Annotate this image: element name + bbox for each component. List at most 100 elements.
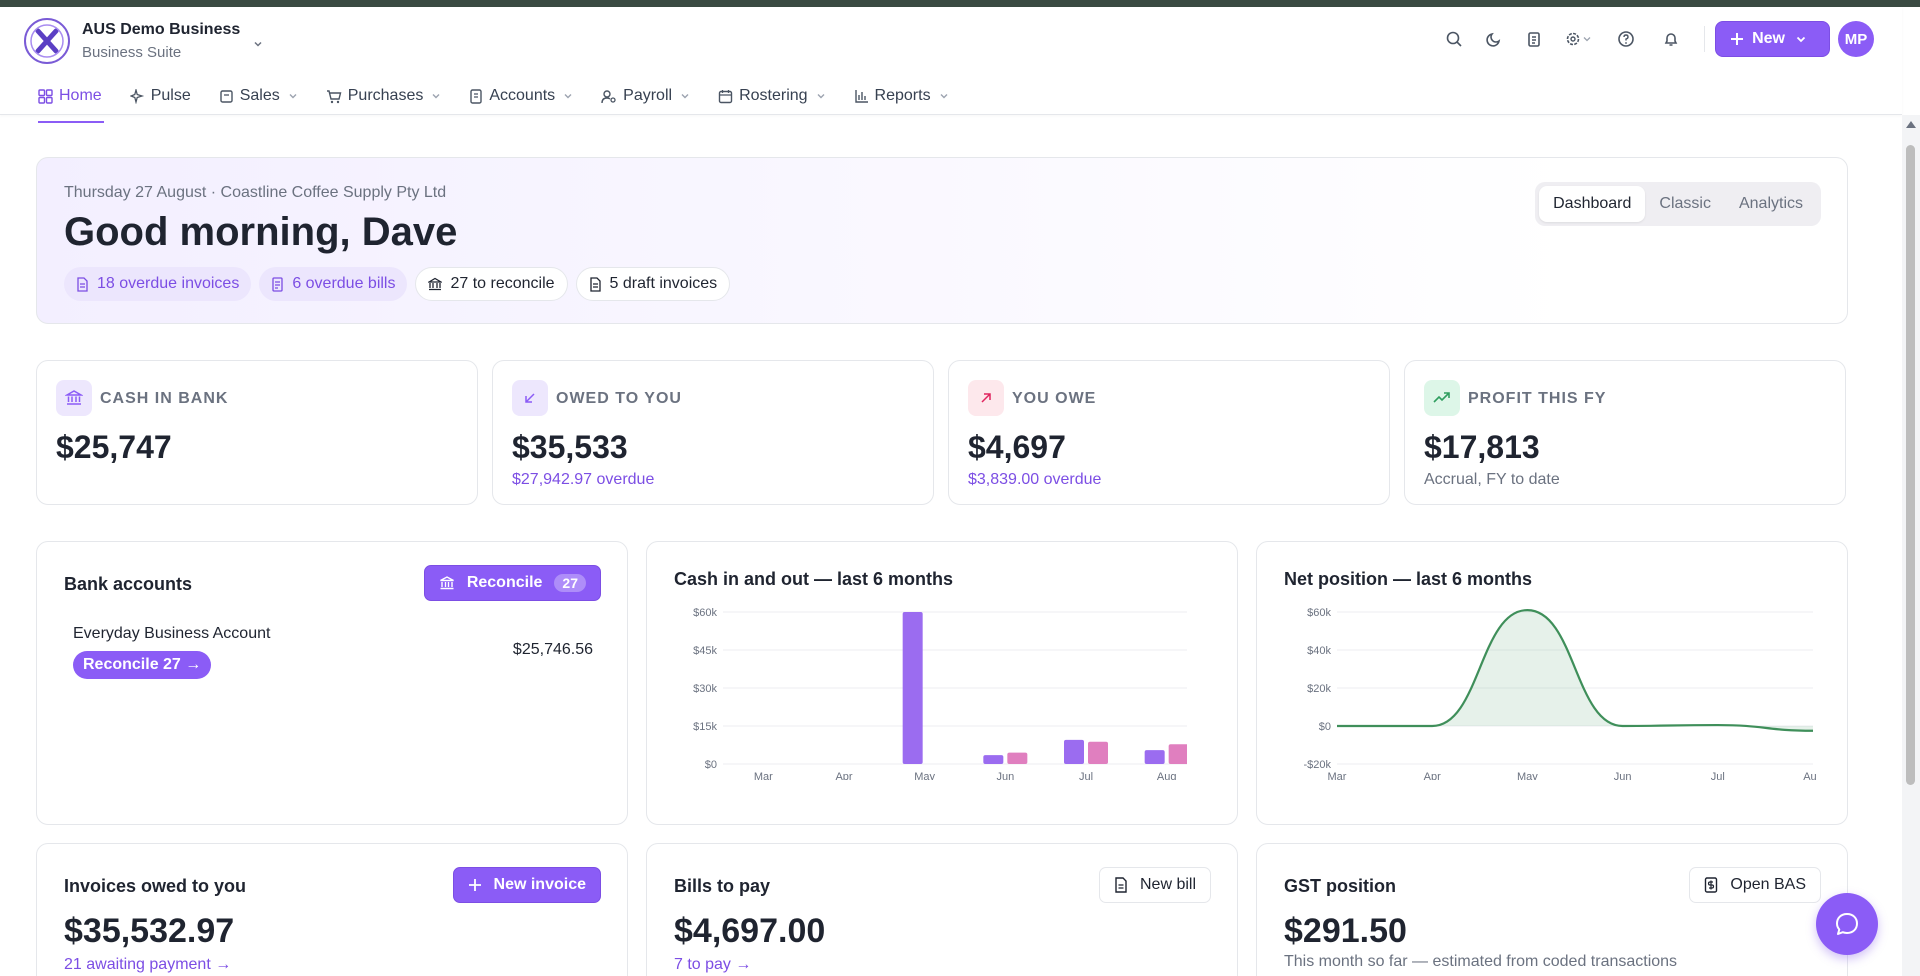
x-tick-label: Mar (754, 771, 773, 780)
awaiting-payment-link[interactable]: 21 awaiting payment → (64, 956, 231, 974)
view-classic-tab[interactable]: Classic (1645, 186, 1725, 222)
dark-mode-icon[interactable] (1474, 21, 1514, 57)
user-avatar[interactable]: MP (1838, 21, 1874, 57)
new-button[interactable]: New (1715, 21, 1830, 57)
account-reconcile-pill[interactable]: Reconcile 27 → (73, 651, 212, 679)
chip-overdue-bills[interactable]: 6 overdue bills (259, 267, 408, 301)
account-name[interactable]: Everyday Business Account (73, 625, 270, 643)
dollar-document-icon (1705, 877, 1718, 893)
invoices-owed-card: Invoices owed to you New invoice $35,532… (36, 843, 628, 976)
y-tick-label: $30k (693, 683, 717, 695)
user-cog-icon (601, 89, 616, 103)
kpi-cash-in-bank[interactable]: CASH IN BANK $25,747 (36, 360, 478, 505)
scroll-thumb[interactable] (1906, 145, 1915, 785)
bar-cash-in (983, 755, 1004, 764)
kpi-profit-this-fy[interactable]: PROFIT THIS FY $17,813 Accrual, FY to da… (1404, 360, 1846, 505)
nav-item-home[interactable]: Home (38, 80, 102, 112)
new-invoice-button[interactable]: New invoice (452, 867, 601, 903)
grid-icon (38, 88, 53, 104)
arrow-down-left-icon (512, 380, 548, 416)
net-position-chart: -$20k $0 $20k $40k $60k Mar Apr May Jun Jul Aug (1303, 607, 1817, 780)
help-icon[interactable] (1604, 21, 1648, 57)
kpi-value: $25,747 (56, 429, 172, 465)
bar-cash-in (1144, 750, 1165, 764)
y-tick-label: $60k (693, 607, 717, 619)
nav-item-label: Pulse (150, 87, 191, 104)
chevron-down-icon (1796, 36, 1806, 43)
arrow-up-right-icon (968, 380, 1004, 416)
settings-gear-icon[interactable] (1554, 21, 1604, 57)
reconcile-button[interactable]: Reconcile 27 (423, 565, 601, 601)
chevron-down-icon (254, 41, 262, 47)
x-tick-label: Mar (1328, 771, 1347, 780)
kpi-value: $35,533 (512, 429, 628, 465)
chevron-down-icon (564, 94, 572, 99)
chat-button[interactable] (1816, 893, 1878, 955)
open-bas-button[interactable]: Open BAS (1689, 867, 1821, 903)
cart-icon (326, 89, 342, 103)
bell-icon[interactable] (1648, 21, 1694, 57)
reconcile-label: Reconcile (466, 574, 543, 591)
nav-item-purchases[interactable]: Purchases (326, 80, 442, 112)
new-bill-button[interactable]: New bill (1098, 867, 1211, 903)
x-tick-label: Aug (1157, 771, 1177, 780)
gst-position-card: GST position Open BAS $291.50 This month… (1256, 843, 1848, 976)
kpi-label: YOU OWE (1012, 390, 1097, 407)
y-tick-label: $0 (705, 759, 717, 771)
nav-item-sales[interactable]: Sales (219, 80, 298, 112)
gst-note: This month so far — estimated from coded… (1284, 953, 1678, 970)
bills-total: $4,697.00 (674, 912, 826, 950)
chevron-down-icon (681, 94, 689, 99)
bar-cash-in (1064, 739, 1084, 764)
kpi-overdue: $27,942.97 overdue (512, 471, 655, 488)
document-icon (77, 276, 88, 292)
top-accent-bar (0, 0, 1920, 7)
x-tick-label: Apr (835, 771, 852, 780)
kpi-owed-to-you[interactable]: OWED TO YOU $35,533 $27,942.97 overdue (492, 360, 934, 505)
active-tab-indicator (38, 121, 104, 123)
chip-to-reconcile[interactable]: 27 to reconcile (415, 267, 568, 301)
page-scrollbar[interactable] (1902, 115, 1920, 976)
nav-item-payroll[interactable]: Payroll (601, 80, 690, 112)
header-divider (1704, 26, 1706, 52)
chip-draft-invoices[interactable]: 5 draft invoices (575, 267, 731, 301)
nav-item-reports[interactable]: Reports (854, 80, 949, 112)
chevron-down-icon (817, 94, 825, 99)
bank-icon (56, 380, 92, 416)
nav-item-pulse[interactable]: Pulse (129, 80, 191, 112)
y-tick-label: $60k (1307, 607, 1331, 619)
chip-overdue-invoices[interactable]: 18 overdue invoices (64, 267, 252, 301)
x-tick-label: Aug (1803, 771, 1817, 780)
bank-icon (439, 576, 454, 590)
chevron-down-icon (289, 94, 297, 99)
cash-in-out-card: Cash in and out — last 6 months $0 $15k $3… (646, 541, 1238, 825)
nav-item-rostering[interactable]: Rostering (718, 80, 825, 112)
bill-icon (272, 276, 283, 292)
chevron-down-icon (940, 94, 948, 99)
new-button-label: New (1752, 30, 1785, 47)
kpi-you-owe[interactable]: YOU OWE $4,697 $3,839.00 overdue (948, 360, 1390, 505)
card-title: Net position — last 6 months (1284, 569, 1533, 589)
chip-label: 27 to reconcile (450, 275, 555, 292)
view-analytics-tab[interactable]: Analytics (1725, 186, 1817, 222)
clipboard-icon[interactable] (1514, 21, 1554, 57)
bills-to-pay-link[interactable]: 7 to pay → (674, 956, 751, 974)
nav-item-accounts[interactable]: Accounts (469, 80, 573, 112)
business-switcher[interactable]: AUS Demo Business Business Suite (24, 18, 264, 64)
sparkle-icon (129, 88, 144, 104)
date-and-company: Thursday 27 August · Coastline Coffee Su… (64, 184, 447, 201)
chevron-down-icon (432, 94, 440, 99)
bar-chart-icon (854, 89, 868, 103)
new-bill-label: New bill (1139, 876, 1196, 893)
view-dashboard-tab[interactable]: Dashboard (1539, 186, 1646, 222)
bills-to-pay-card: Bills to pay New bill $4,697.00 7 to pay… (646, 843, 1238, 976)
scroll-up-arrow-icon[interactable] (1906, 121, 1916, 128)
search-icon[interactable] (1434, 21, 1474, 57)
nav-item-label: Reports (874, 87, 931, 104)
x-tick-label: Jul (1711, 771, 1725, 780)
document-icon (589, 276, 601, 292)
welcome-panel: Thursday 27 August · Coastline Coffee Su… (36, 157, 1848, 324)
kpi-label: PROFIT THIS FY (1468, 390, 1607, 407)
nav-item-label: Accounts (489, 87, 556, 104)
open-bas-label: Open BAS (1730, 876, 1806, 893)
